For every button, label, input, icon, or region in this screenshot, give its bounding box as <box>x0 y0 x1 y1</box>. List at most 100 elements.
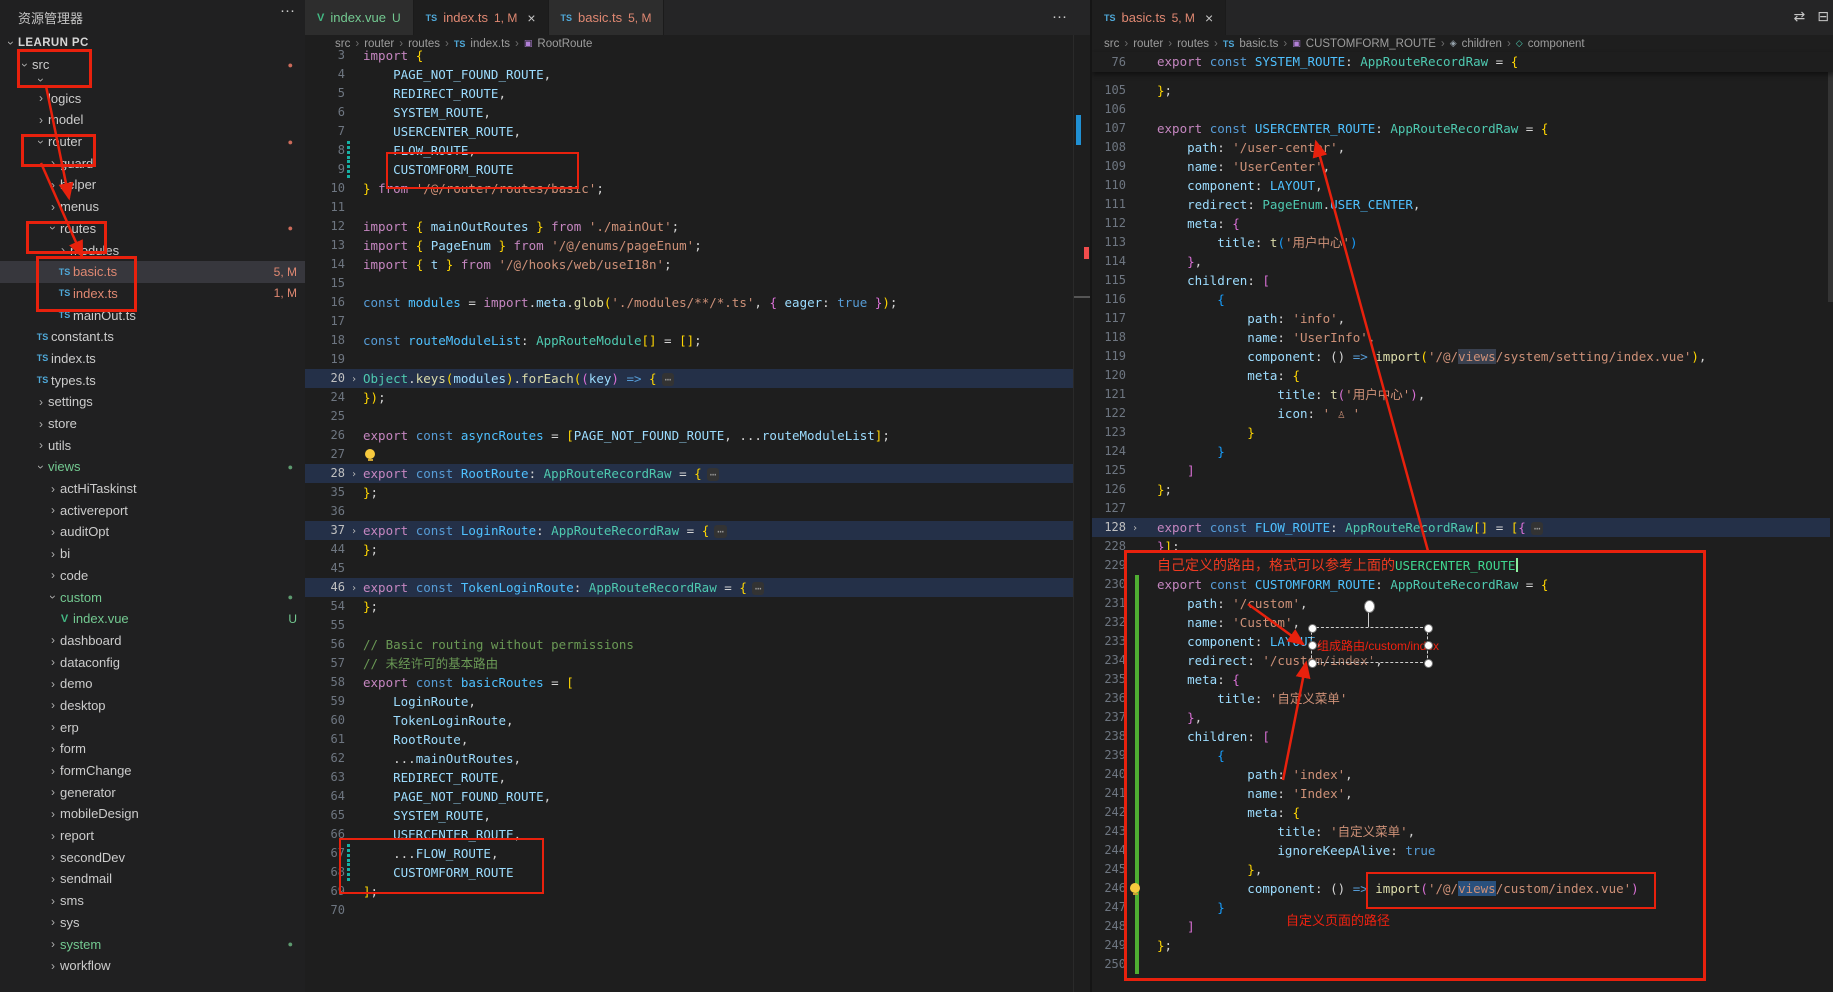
line-number[interactable]: 35 <box>305 483 345 502</box>
line-number[interactable]: 105 <box>1092 81 1126 100</box>
code-line-105[interactable]: 105}; <box>1092 81 1830 100</box>
explorer-item-mobileDesign[interactable]: ›mobileDesign <box>0 803 305 825</box>
code-line-228[interactable]: 228}]; <box>1092 537 1830 556</box>
code-line-66[interactable]: 66 USERCENTER_ROUTE, <box>305 825 1073 844</box>
code-line-126[interactable]: 126}; <box>1092 480 1830 499</box>
line-number[interactable]: 119 <box>1092 347 1126 366</box>
line-number[interactable]: 19 <box>305 350 345 369</box>
line-number[interactable]: 118 <box>1092 328 1126 347</box>
explorer-item-generator[interactable]: ›generator <box>0 781 305 803</box>
line-number[interactable]: 26 <box>305 426 345 445</box>
tab-basic.ts[interactable]: TSbasic.ts5, M <box>549 0 665 35</box>
line-number[interactable]: 61 <box>305 730 345 749</box>
code-line-248[interactable]: 248 ] <box>1092 917 1830 936</box>
line-number[interactable]: 13 <box>305 236 345 255</box>
line-number[interactable]: 111 <box>1092 195 1126 214</box>
explorer-item-index.vue[interactable]: Vindex.vueU <box>0 608 305 630</box>
code-line-28[interactable]: 28›export const RootRoute: AppRouteRecor… <box>305 464 1073 483</box>
code-line-106[interactable]: 106 <box>1092 100 1830 119</box>
explorer-item-types.ts[interactable]: TStypes.ts <box>0 369 305 391</box>
breadcrumb-item[interactable]: children <box>1462 38 1502 50</box>
code-line-249[interactable]: 249}; <box>1092 936 1830 955</box>
explorer-item-constant.ts[interactable]: TSconstant.ts <box>0 326 305 348</box>
code-line-7[interactable]: 7 USERCENTER_ROUTE, <box>305 122 1073 141</box>
code-line-125[interactable]: 125 ] <box>1092 461 1830 480</box>
close-icon[interactable]: × <box>527 10 535 26</box>
code-line-68[interactable]: 68 CUSTOMFORM_ROUTE <box>305 863 1073 882</box>
code-line-235[interactable]: 235 meta: { <box>1092 670 1830 689</box>
line-number[interactable]: 122 <box>1092 404 1126 423</box>
line-number[interactable]: 6 <box>305 103 345 122</box>
explorer-item-basic.ts[interactable]: TSbasic.ts5, M <box>0 261 305 283</box>
explorer-item-system[interactable]: ›system● <box>0 933 305 955</box>
code-line-233[interactable]: 233 component: LAYOUT, <box>1092 632 1830 651</box>
breadcrumb-item[interactable]: router <box>1133 38 1163 50</box>
code-line-118[interactable]: 118 name: 'UserInfo', <box>1092 328 1830 347</box>
line-number[interactable]: 240 <box>1092 765 1126 784</box>
line-number[interactable]: 231 <box>1092 594 1126 613</box>
code-line-65[interactable]: 65 SYSTEM_ROUTE, <box>305 806 1073 825</box>
explorer-root[interactable]: › LEARUN PC <box>0 32 305 54</box>
code-line-18[interactable]: 18const routeModuleList: AppRouteModule[… <box>305 331 1073 350</box>
line-number[interactable]: 60 <box>305 711 345 730</box>
line-number[interactable]: 239 <box>1092 746 1126 765</box>
line-number[interactable]: 109 <box>1092 157 1126 176</box>
handle-top-right[interactable] <box>1424 624 1433 633</box>
explorer-item-index.ts[interactable]: TSindex.ts1, M <box>0 283 305 305</box>
code-line-109[interactable]: 109 name: 'UserCenter', <box>1092 157 1830 176</box>
line-number[interactable]: 116 <box>1092 290 1126 309</box>
code-line-26[interactable]: 26export const asyncRoutes = [PAGE_NOT_F… <box>305 426 1073 445</box>
breadcrumb-item[interactable]: basic.ts <box>1239 38 1278 50</box>
code-line-244[interactable]: 244 ignoreKeepAlive: true <box>1092 841 1830 860</box>
code-line-113[interactable]: 113 title: t('用户中心') <box>1092 233 1830 252</box>
code-line-56[interactable]: 56// Basic routing without permissions <box>305 635 1073 654</box>
explorer-item-auditOpt[interactable]: ›auditOpt <box>0 521 305 543</box>
handle-mid-left[interactable] <box>1308 641 1317 650</box>
line-number[interactable]: 120 <box>1092 366 1126 385</box>
code-line-240[interactable]: 240 path: 'index', <box>1092 765 1830 784</box>
line-number[interactable]: 228 <box>1092 537 1126 556</box>
code-line-35[interactable]: 35}; <box>305 483 1073 502</box>
code-line-12[interactable]: 12import { mainOutRoutes } from './mainO… <box>305 217 1073 236</box>
code-line-231[interactable]: 231 path: '/custom', <box>1092 594 1830 613</box>
code-line-121[interactable]: 121 title: t('用户中心'), <box>1092 385 1830 404</box>
line-number[interactable]: 4 <box>305 65 345 84</box>
line-number[interactable]: 115 <box>1092 271 1126 290</box>
explorer-item-menus[interactable]: ›menus <box>0 196 305 218</box>
explorer-more-actions-icon[interactable]: ··· <box>280 2 295 19</box>
fold-chevron-icon[interactable]: › <box>345 464 363 483</box>
code-line-4[interactable]: 4 PAGE_NOT_FOUND_ROUTE, <box>305 65 1073 84</box>
explorer-item-dashboard[interactable]: ›dashboard <box>0 630 305 652</box>
line-number[interactable]: 106 <box>1092 100 1126 119</box>
line-number[interactable]: 242 <box>1092 803 1126 822</box>
code-line-245[interactable]: 245 }, <box>1092 860 1830 879</box>
code-line-9[interactable]: 9 CUSTOMFORM_ROUTE <box>305 160 1073 179</box>
line-number[interactable]: 15 <box>305 274 345 293</box>
explorer-item-secondDev[interactable]: ›secondDev <box>0 846 305 868</box>
code-line-246[interactable]: 246 component: () => import('/@/views/cu… <box>1092 879 1830 898</box>
line-number[interactable]: 18 <box>305 331 345 350</box>
explorer-item-views[interactable]: ›views● <box>0 456 305 478</box>
line-number[interactable]: 244 <box>1092 841 1126 860</box>
code-line-69[interactable]: 69]; <box>305 882 1073 901</box>
line-number[interactable]: 20 <box>305 369 345 388</box>
line-number[interactable]: 237 <box>1092 708 1126 727</box>
explorer-item-erp[interactable]: ›erp <box>0 716 305 738</box>
line-number[interactable]: 246 <box>1092 879 1126 898</box>
line-number[interactable]: 68 <box>305 863 345 882</box>
code-line-120[interactable]: 120 meta: { <box>1092 366 1830 385</box>
code-line-67[interactable]: 67 ...FLOW_ROUTE, <box>305 844 1073 863</box>
code-line-15[interactable]: 15 <box>305 274 1073 293</box>
explorer-item-logics[interactable]: ›logics <box>0 87 305 109</box>
code-line-27[interactable]: 27 <box>305 445 1073 464</box>
line-number[interactable]: 36 <box>305 502 345 521</box>
line-number[interactable]: 66 <box>305 825 345 844</box>
explorer-item-sys[interactable]: ›sys <box>0 912 305 934</box>
lightbulb-icon[interactable] <box>365 449 375 459</box>
fold-chevron-icon[interactable]: › <box>345 521 363 540</box>
code-line-116[interactable]: 116 { <box>1092 290 1830 309</box>
code-line-14[interactable]: 14import { t } from '/@/hooks/web/useI18… <box>305 255 1073 274</box>
line-number[interactable]: 55 <box>305 616 345 635</box>
handle-bottom-left[interactable] <box>1308 659 1317 668</box>
line-number[interactable]: 238 <box>1092 727 1126 746</box>
